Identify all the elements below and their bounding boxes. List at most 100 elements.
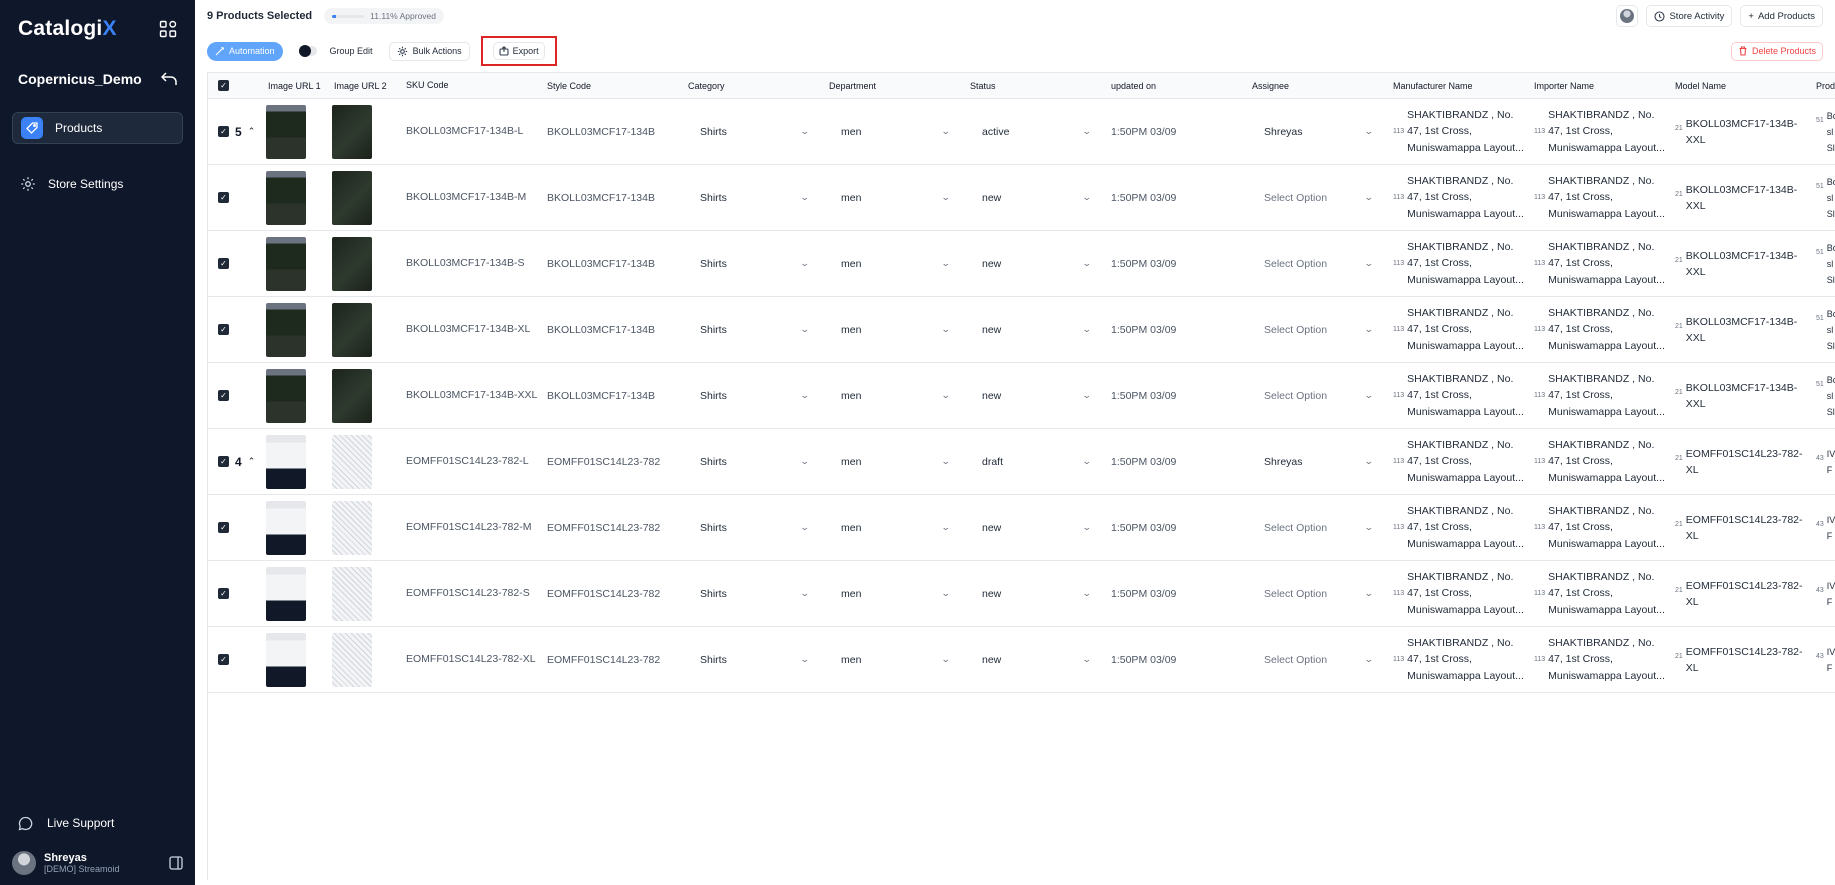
table-row[interactable]: ✓ EOMFF01SC14L23-782-S EOMFF01SC14L23-782 S… bbox=[208, 561, 1835, 627]
row-checkbox[interactable]: ✓ bbox=[218, 654, 229, 665]
product-image-2[interactable] bbox=[332, 104, 372, 159]
category-select[interactable]: Shirts ⌄ bbox=[688, 252, 821, 276]
style-code[interactable]: BKOLL03MCF17-134B bbox=[539, 258, 680, 270]
assignee-select[interactable]: Select Option ⌄ bbox=[1252, 384, 1385, 408]
status-select[interactable]: new ⌄ bbox=[970, 582, 1103, 606]
product-image-1[interactable] bbox=[266, 500, 306, 555]
importer-name[interactable]: 113 SHAKTIBRANDZ , No. 47, 1st Cross, Mun… bbox=[1534, 635, 1667, 685]
category-select[interactable]: Shirts ⌄ bbox=[688, 450, 821, 474]
column-header[interactable]: Prod bbox=[1808, 81, 1835, 91]
table-row[interactable]: ✓ 5 ⌃ BKOLL03MCF17-134B-L BKOLL03MCF17-134B S… bbox=[208, 99, 1835, 165]
model-name[interactable]: 21 BKOLL03MCF17-134B-XXL bbox=[1675, 380, 1808, 412]
sku-code[interactable]: EOMFF01SC14L23-782-L bbox=[398, 453, 539, 470]
manufacturer-name[interactable]: 113 SHAKTIBRANDZ , No. 47, 1st Cross, Mun… bbox=[1393, 173, 1526, 223]
store-switcher[interactable]: Copernicus_Demo bbox=[0, 66, 195, 92]
assignee-select[interactable]: Shreyas ⌄ bbox=[1252, 450, 1385, 474]
style-code[interactable]: BKOLL03MCF17-134B bbox=[539, 390, 680, 402]
column-header[interactable]: Image URL 1 bbox=[266, 81, 332, 91]
chevron-up-icon[interactable]: ⌃ bbox=[248, 126, 256, 137]
product-image-2[interactable] bbox=[332, 434, 372, 489]
manufacturer-name[interactable]: 113 SHAKTIBRANDZ , No. 47, 1st Cross, Mun… bbox=[1393, 437, 1526, 487]
store-activity-button[interactable]: Store Activity bbox=[1646, 5, 1733, 27]
category-select[interactable]: Shirts ⌄ bbox=[688, 516, 821, 540]
model-name[interactable]: 21 EOMFF01SC14L23-782-XL bbox=[1675, 512, 1808, 544]
sku-code[interactable]: BKOLL03MCF17-134B-S bbox=[398, 255, 539, 272]
product-image-1[interactable] bbox=[266, 170, 306, 225]
status-select[interactable]: new ⌄ bbox=[970, 384, 1103, 408]
department-select[interactable]: men ⌄ bbox=[829, 384, 962, 408]
row-checkbox[interactable]: ✓ bbox=[218, 324, 229, 335]
status-select[interactable]: new ⌄ bbox=[970, 318, 1103, 342]
sku-code[interactable]: EOMFF01SC14L23-782-M bbox=[398, 519, 539, 536]
group-edit-toggle[interactable]: Group Edit bbox=[292, 42, 380, 61]
status-select[interactable]: draft ⌄ bbox=[970, 450, 1103, 474]
assignee-select[interactable]: Select Option ⌄ bbox=[1252, 186, 1385, 210]
product-cell[interactable]: 43 IV F bbox=[1816, 644, 1835, 676]
product-image-1[interactable] bbox=[266, 302, 306, 357]
model-name[interactable]: 21 EOMFF01SC14L23-782-XL bbox=[1675, 578, 1808, 610]
manufacturer-name[interactable]: 113 SHAKTIBRANDZ , No. 47, 1st Cross, Mun… bbox=[1393, 305, 1526, 355]
column-header[interactable]: Style Code bbox=[539, 81, 680, 91]
product-image-2[interactable] bbox=[332, 368, 372, 423]
product-image-1[interactable] bbox=[266, 104, 306, 159]
product-cell[interactable]: 51Bo sl Sl bbox=[1816, 174, 1835, 222]
manufacturer-name[interactable]: 113 SHAKTIBRANDZ , No. 47, 1st Cross, Mun… bbox=[1393, 503, 1526, 553]
column-header[interactable]: SKU Code bbox=[398, 77, 539, 94]
column-header[interactable]: Department bbox=[821, 81, 962, 91]
status-select[interactable]: new ⌄ bbox=[970, 648, 1103, 672]
table-row[interactable]: ✓ BKOLL03MCF17-134B-S BKOLL03MCF17-134B Shi… bbox=[208, 231, 1835, 297]
chevron-up-icon[interactable]: ⌃ bbox=[248, 456, 256, 467]
toggle-switch[interactable] bbox=[298, 45, 317, 57]
style-code[interactable]: BKOLL03MCF17-134B bbox=[539, 126, 680, 138]
product-cell[interactable]: 51Bo sl Sl bbox=[1816, 108, 1835, 156]
importer-name[interactable]: 113 SHAKTIBRANDZ , No. 47, 1st Cross, Mun… bbox=[1534, 305, 1667, 355]
status-select[interactable]: new ⌄ bbox=[970, 516, 1103, 540]
product-image-2[interactable] bbox=[332, 236, 372, 291]
product-image-1[interactable] bbox=[266, 566, 306, 621]
department-select[interactable]: men ⌄ bbox=[829, 648, 962, 672]
manufacturer-name[interactable]: 113 SHAKTIBRANDZ , No. 47, 1st Cross, Mun… bbox=[1393, 635, 1526, 685]
sku-code[interactable]: EOMFF01SC14L23-782-XL bbox=[398, 651, 539, 668]
product-image-1[interactable] bbox=[266, 236, 306, 291]
style-code[interactable]: EOMFF01SC14L23-782 bbox=[539, 522, 680, 534]
sidebar-item-products[interactable]: Products bbox=[12, 112, 183, 144]
assignee-select[interactable]: Select Option ⌄ bbox=[1252, 252, 1385, 276]
style-code[interactable]: BKOLL03MCF17-134B bbox=[539, 192, 680, 204]
column-header[interactable]: Manufacturer Name bbox=[1385, 81, 1526, 91]
column-header[interactable]: Image URL 2 bbox=[332, 81, 398, 91]
product-cell[interactable]: 43 IV F bbox=[1816, 446, 1835, 478]
row-checkbox[interactable]: ✓ bbox=[218, 192, 229, 203]
product-image-2[interactable] bbox=[332, 170, 372, 225]
select-all-checkbox[interactable]: ✓ bbox=[218, 80, 229, 91]
product-image-2[interactable] bbox=[332, 500, 372, 555]
importer-name[interactable]: 113 SHAKTIBRANDZ , No. 47, 1st Cross, Mun… bbox=[1534, 107, 1667, 157]
product-cell[interactable]: 43 IV F bbox=[1816, 512, 1835, 544]
table-row[interactable]: ✓ 4 ⌃ EOMFF01SC14L23-782-L EOMFF01SC14L23-78… bbox=[208, 429, 1835, 495]
product-image-2[interactable] bbox=[332, 632, 372, 687]
table-row[interactable]: ✓ BKOLL03MCF17-134B-M BKOLL03MCF17-134B Shi… bbox=[208, 165, 1835, 231]
row-checkbox[interactable]: ✓ bbox=[218, 588, 229, 599]
table-row[interactable]: ✓ EOMFF01SC14L23-782-XL EOMFF01SC14L23-782… bbox=[208, 627, 1835, 693]
assignee-select[interactable]: Select Option ⌄ bbox=[1252, 318, 1385, 342]
importer-name[interactable]: 113 SHAKTIBRANDZ , No. 47, 1st Cross, Mun… bbox=[1534, 569, 1667, 619]
status-select[interactable]: new ⌄ bbox=[970, 252, 1103, 276]
model-name[interactable]: 21 EOMFF01SC14L23-782-XL bbox=[1675, 446, 1808, 478]
row-checkbox[interactable]: ✓ bbox=[218, 390, 229, 401]
assignee-select[interactable]: Select Option ⌄ bbox=[1252, 516, 1385, 540]
style-code[interactable]: EOMFF01SC14L23-782 bbox=[539, 456, 680, 468]
add-products-button[interactable]: + Add Products bbox=[1740, 5, 1823, 27]
style-code[interactable]: EOMFF01SC14L23-782 bbox=[539, 654, 680, 666]
manufacturer-name[interactable]: 113 SHAKTIBRANDZ , No. 47, 1st Cross, Mun… bbox=[1393, 107, 1526, 157]
style-code[interactable]: BKOLL03MCF17-134B bbox=[539, 324, 680, 336]
user-profile[interactable]: Shreyas [DEMO] Streamoid bbox=[0, 851, 195, 885]
department-select[interactable]: men ⌄ bbox=[829, 252, 962, 276]
department-select[interactable]: men ⌄ bbox=[829, 582, 962, 606]
model-name[interactable]: 21 BKOLL03MCF17-134B-XXL bbox=[1675, 182, 1808, 214]
delete-products-button[interactable]: Delete Products bbox=[1730, 41, 1823, 61]
product-image-2[interactable] bbox=[332, 566, 372, 621]
assignee-select[interactable]: Select Option ⌄ bbox=[1252, 648, 1385, 672]
style-code[interactable]: EOMFF01SC14L23-782 bbox=[539, 588, 680, 600]
column-header[interactable]: updated on bbox=[1103, 81, 1244, 91]
sidebar-item-store-settings[interactable]: Store Settings bbox=[12, 168, 183, 200]
product-cell[interactable]: 51Bo sl Sl bbox=[1816, 372, 1835, 420]
